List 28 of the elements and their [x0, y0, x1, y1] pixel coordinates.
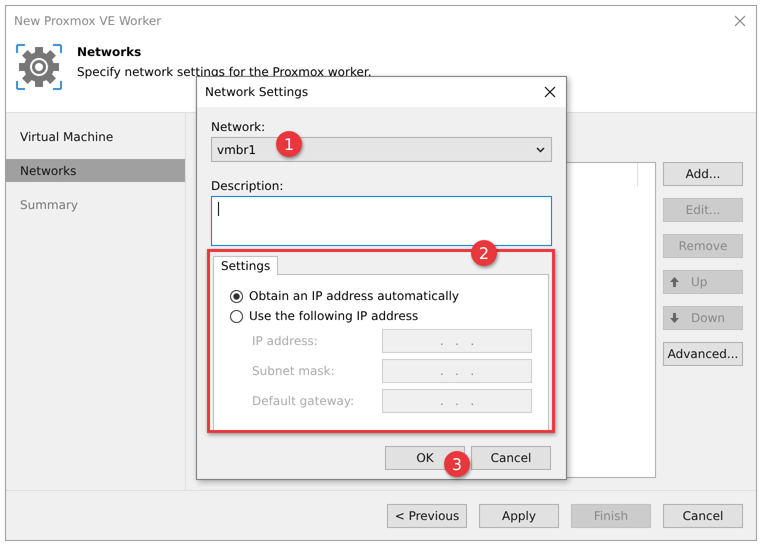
- field-label: Subnet mask:: [252, 364, 335, 378]
- chevron-icon: [536, 146, 545, 152]
- radio-label: Obtain an IP address automatically: [249, 289, 460, 303]
- page-subtitle: Specify network settings for the Proxmox worker.: [77, 65, 372, 80]
- dialog-button[interactable]: Cancel: [471, 446, 551, 470]
- settings-tab[interactable]: Settings: [213, 256, 278, 275]
- field-label: IP address:: [252, 334, 318, 348]
- window-title: New Proxmox VE Worker: [14, 14, 162, 28]
- sidebar-item[interactable]: Virtual Machine: [6, 125, 185, 148]
- field-label: Network:: [211, 120, 266, 134]
- close-icon[interactable]: [544, 86, 556, 98]
- description-field[interactable]: [211, 196, 552, 246]
- down-arrow-icon: [670, 313, 679, 324]
- page-title: Networks: [77, 45, 142, 60]
- dialog-title: Network Settings: [205, 85, 308, 99]
- side-button[interactable]: Add...: [663, 162, 743, 186]
- footer-button[interactable]: < Previous: [387, 504, 467, 528]
- radio-button[interactable]: [230, 310, 243, 322]
- side-button[interactable]: Advanced...: [663, 342, 743, 366]
- up-arrow-icon: [670, 277, 679, 288]
- footer-button[interactable]: Cancel: [663, 504, 743, 528]
- field-label: Default gateway:: [252, 394, 354, 408]
- radio-button[interactable]: [230, 290, 243, 302]
- sidebar-item[interactable]: Networks: [6, 159, 185, 182]
- footer-button[interactable]: Apply: [479, 504, 559, 528]
- gear-icon: [15, 43, 63, 92]
- radio-label: Use the following IP address: [249, 309, 418, 323]
- field-label: Description:: [211, 179, 284, 193]
